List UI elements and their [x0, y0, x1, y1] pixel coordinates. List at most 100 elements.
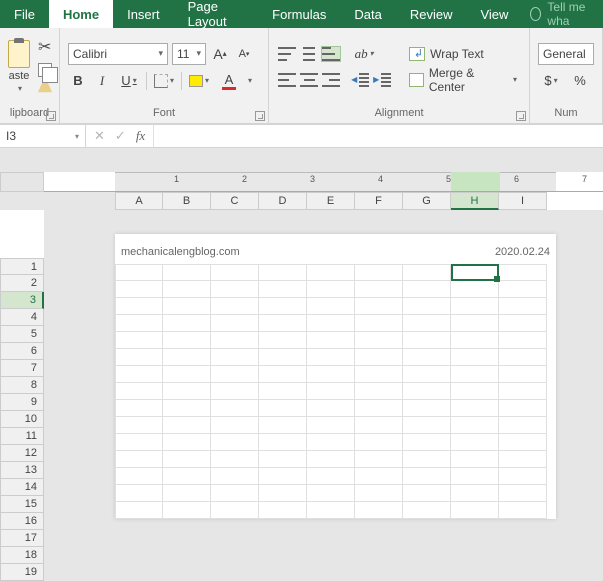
wrap-text-icon [409, 47, 425, 61]
clipboard-launcher[interactable] [46, 111, 56, 121]
align-top-button[interactable] [277, 44, 297, 64]
row-header[interactable]: 16 [0, 513, 44, 530]
name-box-value: I3 [6, 129, 16, 143]
currency-button[interactable]: $▾ [538, 71, 564, 91]
increase-indent-button[interactable] [373, 70, 393, 90]
row-header[interactable]: 6 [0, 343, 44, 360]
font-size-combo[interactable]: 11 ▾ [172, 43, 206, 65]
row-header[interactable]: 19 [0, 564, 44, 581]
col-header-h[interactable]: H [451, 192, 499, 210]
wrap-text-button[interactable]: Wrap Text [405, 43, 521, 65]
row-headers: 1 2 3 4 5 6 7 8 9 10 11 12 13 14 15 16 1… [0, 210, 44, 581]
font-name-value: Calibri [73, 47, 107, 61]
page-header-right[interactable]: 2020.02.24 [495, 246, 550, 258]
increase-font-button[interactable]: A▴ [210, 44, 230, 64]
font-group-label: Font [60, 105, 268, 123]
row-header[interactable]: 2 [0, 275, 44, 292]
tab-data[interactable]: Data [340, 0, 395, 28]
indent-in-icon [375, 73, 391, 87]
wrap-text-label: Wrap Text [430, 47, 484, 61]
tab-file[interactable]: File [0, 0, 49, 28]
cut-icon[interactable]: ✂ [38, 37, 52, 57]
tell-me-label: Tell me wha [547, 0, 595, 28]
cancel-formula-button[interactable]: ✕ [94, 128, 105, 144]
row-header[interactable]: 8 [0, 377, 44, 394]
tell-me-search[interactable]: Tell me wha [522, 0, 603, 28]
cell-grid[interactable] [115, 264, 556, 519]
tab-insert[interactable]: Insert [113, 0, 174, 28]
font-color-bar [222, 87, 236, 90]
fill-color-button[interactable]: ▾ [186, 71, 212, 91]
align-right-button[interactable] [321, 70, 341, 90]
workspace: 1 2 3 4 5 6 7 A B C D E F G H I 1 2 3 4 … [0, 148, 603, 551]
align-center-button[interactable] [299, 70, 319, 90]
alignment-launcher[interactable] [516, 111, 526, 121]
col-header-g[interactable]: G [403, 192, 451, 210]
menu-tabs: File Home Insert Page Layout Formulas Da… [0, 0, 603, 28]
insert-function-button[interactable]: fx [136, 128, 145, 144]
ruler-tick: 4 [378, 174, 383, 184]
page-header-left[interactable]: mechanicalengblog.com [121, 246, 495, 258]
font-color-button[interactable]: A [216, 71, 242, 91]
row-header[interactable]: 4 [0, 309, 44, 326]
font-launcher[interactable] [255, 111, 265, 121]
row-header[interactable]: 11 [0, 428, 44, 445]
row-header[interactable]: 10 [0, 411, 44, 428]
row-header[interactable]: 9 [0, 394, 44, 411]
col-header-e[interactable]: E [307, 192, 355, 210]
tab-formulas[interactable]: Formulas [258, 0, 340, 28]
group-alignment: ab▾ Wrap Text Merge & Ce [269, 28, 530, 123]
row-header[interactable]: 13 [0, 462, 44, 479]
enter-formula-button[interactable]: ✓ [115, 128, 126, 144]
decrease-indent-button[interactable] [351, 70, 371, 90]
ribbon: aste ▾ ✂ lipboard Calibri ▾ [0, 28, 603, 124]
row-header[interactable]: 15 [0, 496, 44, 513]
orientation-button[interactable]: ab▾ [351, 44, 377, 64]
paste-dropdown[interactable]: ▾ [18, 84, 22, 93]
copy-icon[interactable] [38, 63, 52, 77]
merge-center-button[interactable]: Merge & Center ▾ [405, 69, 521, 91]
italic-button[interactable]: I [92, 71, 112, 91]
underline-button[interactable]: U▾ [116, 71, 142, 91]
col-header-f[interactable]: F [355, 192, 403, 210]
col-header-c[interactable]: C [211, 192, 259, 210]
ruler-highlight [451, 172, 500, 191]
tab-review[interactable]: Review [396, 0, 467, 28]
formula-input[interactable] [154, 125, 603, 147]
border-icon [154, 74, 168, 88]
merge-label: Merge & Center [429, 66, 506, 94]
row-header[interactable]: 1 [0, 258, 44, 275]
align-middle-button[interactable] [299, 44, 319, 64]
tab-page-layout[interactable]: Page Layout [174, 0, 259, 28]
ruler-tick: 5 [446, 174, 451, 184]
font-color-dropdown[interactable]: ▾ [248, 76, 252, 85]
font-name-combo[interactable]: Calibri ▾ [68, 43, 168, 65]
col-header-b[interactable]: B [163, 192, 211, 210]
select-all-corner[interactable] [0, 172, 44, 192]
border-button[interactable]: ▾ [151, 71, 177, 91]
align-bottom-button[interactable] [321, 44, 341, 64]
format-painter-icon[interactable] [38, 83, 52, 97]
paste-icon[interactable] [8, 40, 30, 68]
font-color-letter: A [225, 72, 234, 87]
row-header[interactable]: 3 [0, 292, 44, 309]
row-header[interactable]: 7 [0, 360, 44, 377]
row-header[interactable]: 12 [0, 445, 44, 462]
decrease-font-button[interactable]: A▾ [234, 44, 254, 64]
horizontal-ruler: 1 2 3 4 5 6 7 [0, 172, 603, 192]
number-format-combo[interactable]: General [538, 43, 594, 65]
row-header[interactable]: 5 [0, 326, 44, 343]
percent-button[interactable]: % [570, 71, 590, 91]
col-header-d[interactable]: D [259, 192, 307, 210]
tab-view[interactable]: View [466, 0, 522, 28]
col-header-i[interactable]: I [499, 192, 547, 210]
col-header-a[interactable]: A [115, 192, 163, 210]
tab-home[interactable]: Home [49, 0, 113, 28]
name-box[interactable]: I3 ▾ [0, 125, 86, 147]
active-cell[interactable] [451, 264, 499, 281]
row-header[interactable]: 17 [0, 530, 44, 547]
bold-button[interactable]: B [68, 71, 88, 91]
align-left-button[interactable] [277, 70, 297, 90]
row-header[interactable]: 18 [0, 547, 44, 564]
row-header[interactable]: 14 [0, 479, 44, 496]
